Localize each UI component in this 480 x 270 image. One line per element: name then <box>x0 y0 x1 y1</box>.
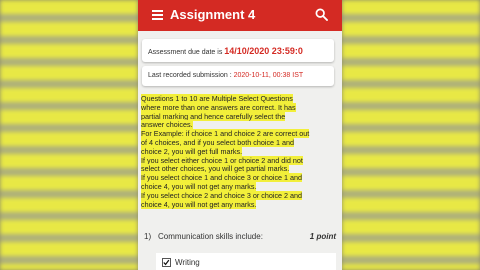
due-date-value: 14/10/2020 23:59:0 <box>224 46 303 56</box>
question-text: Communication skills include: <box>158 232 263 241</box>
blurred-background-left <box>0 0 138 270</box>
search-icon[interactable] <box>315 8 328 21</box>
due-date-card: Assessment due date is 14/10/2020 23:59:… <box>142 39 334 62</box>
instruction-line: where more than one answers are correct.… <box>141 102 296 112</box>
instruction-line: choice 4, you will not get any marks. <box>141 199 257 209</box>
blurred-background-right <box>342 0 480 270</box>
option-writing[interactable]: Writing <box>156 253 336 270</box>
instruction-line: Questions 1 to 10 are Multiple Select Qu… <box>141 94 293 103</box>
instruction-line: select other choices, you will get parti… <box>141 164 290 174</box>
due-date-label: Assessment due date is <box>148 49 225 56</box>
checkbox-checked[interactable] <box>162 258 171 267</box>
instruction-line: partial marking and hence carefully sele… <box>141 111 286 121</box>
instructions-text: Questions 1 to 10 are Multiple Select Qu… <box>141 94 337 209</box>
question-points: 1 point <box>309 232 336 241</box>
instruction-line: of 4 choices, and if you select both cho… <box>141 137 295 147</box>
question-1: 1) Communication skills include: 1 point… <box>142 228 336 270</box>
instruction-line: answer choices. <box>141 120 193 130</box>
submission-label: Last recorded submission : <box>148 72 234 79</box>
check-icon <box>163 259 170 266</box>
instruction-line: If you select choice 2 and choice 3 or c… <box>141 190 303 200</box>
instruction-line: If you select either choice 1 or choice … <box>141 155 303 165</box>
instruction-line: If you select choice 1 and choice 3 or c… <box>141 173 303 183</box>
app-bar: Assignment 4 <box>138 0 342 31</box>
phone-screen: Assignment 4 Assessment due date is 14/1… <box>138 0 342 270</box>
submission-card: Last recorded submission : 2020-10-11, 0… <box>142 66 334 86</box>
hamburger-menu-icon[interactable] <box>152 10 163 20</box>
submission-value: 2020-10-11, 00:38 IST <box>233 72 304 79</box>
page-title: Assignment 4 <box>170 7 256 22</box>
instruction-line: choice 2, you will get full marks. <box>141 146 243 156</box>
instruction-line: For Example: if choice 1 and choice 2 ar… <box>141 129 310 139</box>
question-number: 1) <box>144 232 152 241</box>
instruction-line: choice 4, you will not get any marks. <box>141 181 257 191</box>
option-label: Writing <box>175 258 200 267</box>
